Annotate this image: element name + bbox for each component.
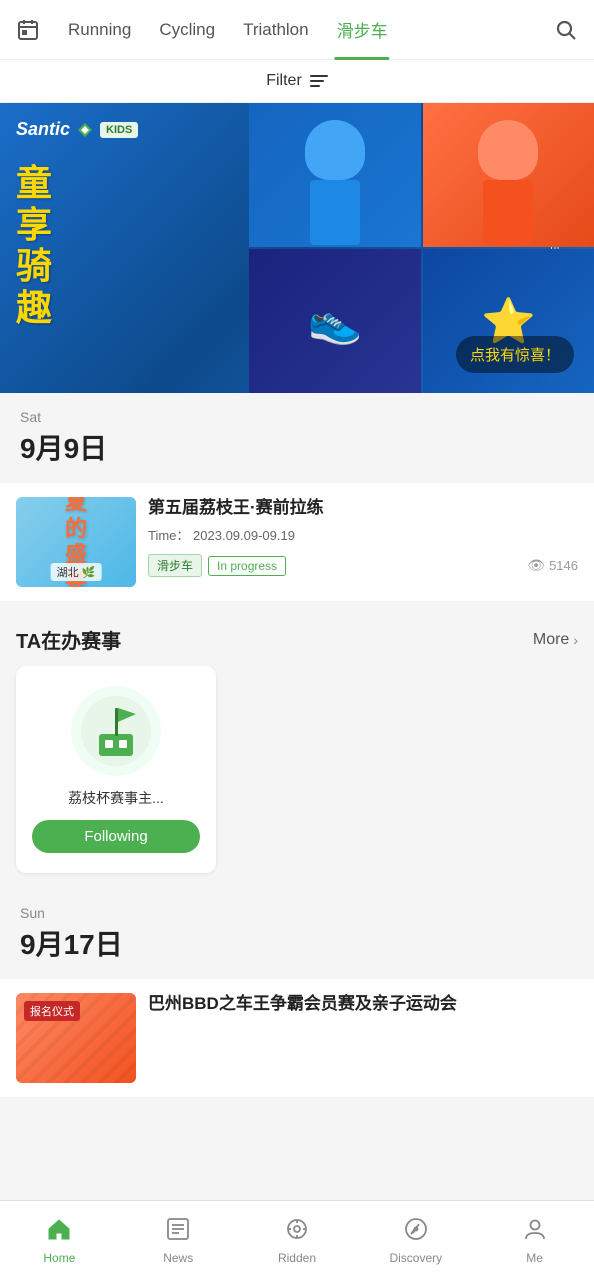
organizer-row: 荔枝杯赛事主... Following (0, 666, 594, 889)
date-main-1: 9月9日 (20, 427, 574, 467)
red-badge: 报名仪式 (24, 1001, 80, 1021)
time-value: 2023.09.09-09.19 (193, 528, 295, 543)
more-label: More (533, 631, 569, 649)
tag-status-1: In progress (208, 556, 286, 576)
news-label: News (163, 1251, 193, 1265)
search-button[interactable] (548, 12, 584, 48)
organizer-icon (81, 696, 151, 766)
discovery-label: Discovery (389, 1251, 442, 1265)
filter-button[interactable]: Filter (266, 72, 328, 90)
time-label: Time： (148, 528, 189, 543)
hubei-tag: 湖北 🌿 (51, 563, 102, 581)
organizer-avatar-1 (71, 686, 161, 776)
organizer-card-1[interactable]: 荔枝杯赛事主... Following (16, 666, 216, 873)
event-title-1: 第五届荔枝王·赛前拉练 (148, 497, 578, 519)
date-weekday-2: Sun (20, 905, 574, 921)
bottom-nav-ridden[interactable]: Ridden (238, 1201, 357, 1280)
banner-chinese-text: 童 享 骑 趣 (16, 163, 52, 327)
filter-bar: Filter (0, 60, 594, 103)
banner-logo: Santic KIDS (16, 119, 138, 140)
tab-skating[interactable]: 滑步车 (323, 0, 402, 60)
discovery-icon (403, 1216, 429, 1247)
filter-label: Filter (266, 72, 302, 90)
home-icon (46, 1216, 72, 1247)
bottom-navigation: Home News Ridden (0, 1200, 594, 1280)
follow-button-1[interactable]: Following (32, 820, 200, 853)
date-weekday-1: Sat (20, 409, 574, 425)
banner[interactable]: Santic KIDS 童 享 骑 趣 Baby, Come on (0, 103, 594, 393)
event-thumbnail-2: 报名仪式 (16, 993, 136, 1083)
ridden-icon (284, 1216, 310, 1247)
collage-cell-3: 👟 (249, 249, 420, 393)
event-tags-1: 滑步车 In progress (148, 554, 286, 577)
views-count-1: 5146 (549, 558, 578, 573)
me-icon (522, 1216, 548, 1247)
thumb-bg-summer: 夏的盛宴 湖北 🌿 (16, 497, 136, 587)
date-section-1: Sat 9月9日 (0, 393, 594, 475)
event-info-1: 第五届荔枝王·赛前拉练 Time： 2023.09.09-09.19 滑步车 I… (148, 497, 578, 577)
event-time-1: Time： 2023.09.09-09.19 (148, 525, 578, 544)
bottom-nav-me[interactable]: Me (475, 1201, 594, 1280)
ta-section-header: TA在办赛事 More › (0, 609, 594, 666)
brand-name: Santic (16, 119, 70, 140)
tag-category-1: 滑步车 (148, 554, 202, 577)
bottom-nav-discovery[interactable]: Discovery (356, 1201, 475, 1280)
main-content: Santic KIDS 童 享 骑 趣 Baby, Come on (0, 103, 594, 1185)
date-main-2: 9月17日 (20, 923, 574, 963)
ridden-label: Ridden (278, 1251, 316, 1265)
date-section-2: Sun 9月17日 (0, 889, 594, 971)
cn-char-2: 享 (16, 205, 52, 245)
cn-char-4: 趣 (16, 288, 52, 328)
collage-cell-1 (249, 103, 420, 247)
event-card-1[interactable]: 夏的盛宴 湖北 🌿 第五届荔枝王·赛前拉练 Time： 2023.09.09-0… (0, 483, 594, 601)
kids-badge: KIDS (100, 122, 138, 138)
ta-section-title: TA在办赛事 (16, 625, 121, 654)
collage-cell-2 (423, 103, 594, 247)
bottom-nav-home[interactable]: Home (0, 1201, 119, 1280)
more-link[interactable]: More › (533, 631, 578, 649)
cn-char-3: 骑 (16, 246, 52, 286)
tab-cycling[interactable]: Cycling (145, 0, 229, 60)
event-meta-1: 滑步车 In progress 👁 5146 (148, 554, 578, 577)
me-label: Me (526, 1251, 543, 1265)
chevron-right-icon: › (573, 632, 578, 648)
event-thumbnail-1: 夏的盛宴 湖北 🌿 (16, 497, 136, 587)
cn-char-1: 童 (16, 163, 52, 203)
top-navigation: Running Cycling Triathlon 滑步车 (0, 0, 594, 60)
eye-icon: 👁 (527, 557, 545, 574)
news-icon (165, 1216, 191, 1247)
home-label: Home (43, 1251, 75, 1265)
event-title-2: 巴州BBD之车王争霸会员赛及亲子运动会 (148, 993, 578, 1015)
nav-tabs: Running Cycling Triathlon 滑步车 (54, 0, 548, 60)
tab-running[interactable]: Running (54, 0, 145, 60)
calendar-icon[interactable] (10, 12, 46, 48)
organizer-name-1: 荔枝杯赛事主... (68, 788, 164, 808)
bottom-nav-news[interactable]: News (119, 1201, 238, 1280)
event-views-1: 👁 5146 (527, 557, 578, 574)
event-card-2[interactable]: 报名仪式 巴州BBD之车王争霸会员赛及亲子运动会 (0, 979, 594, 1097)
tab-triathlon[interactable]: Triathlon (229, 0, 323, 60)
event-info-2: 巴州BBD之车王争霸会员赛及亲子运动会 (148, 993, 578, 1021)
filter-icon (310, 75, 328, 87)
banner-cta[interactable]: 点我有惊喜！ (456, 336, 574, 373)
